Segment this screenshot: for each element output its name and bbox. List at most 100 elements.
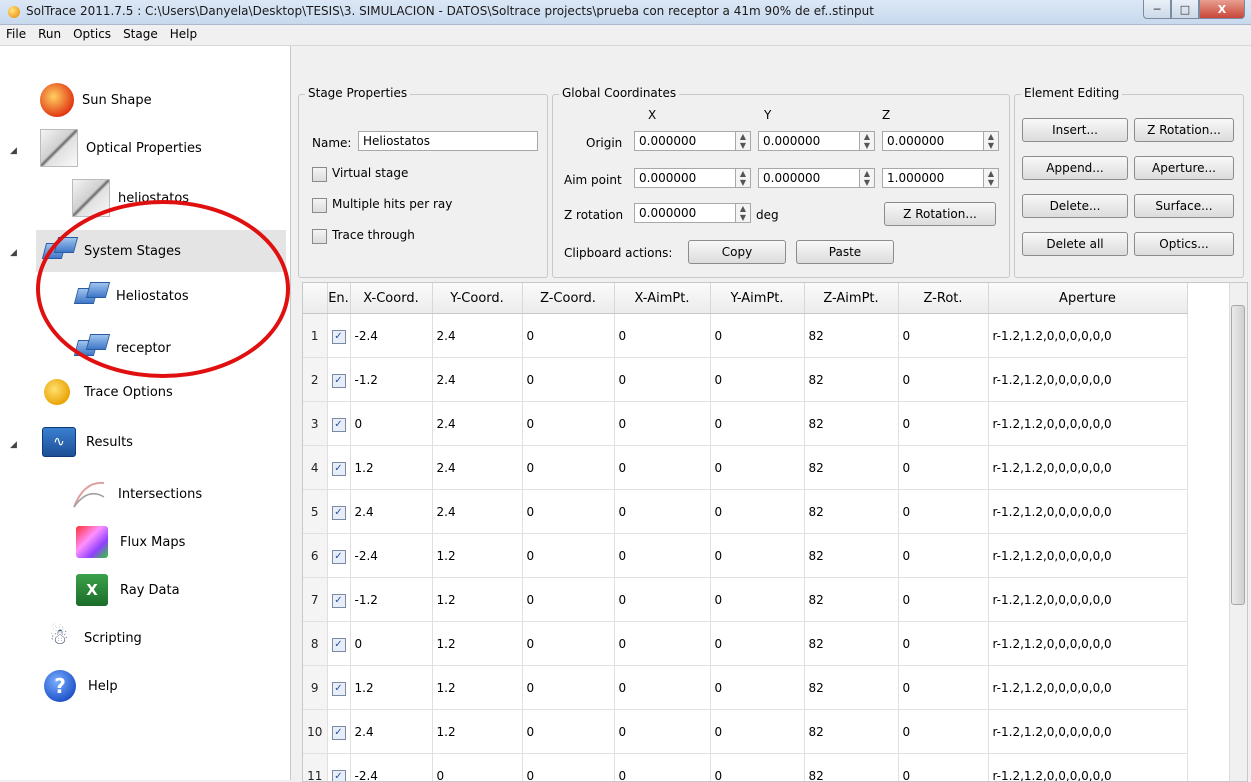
- cell-x[interactable]: -1.2: [350, 358, 432, 402]
- cell-z[interactable]: 0: [522, 754, 614, 782]
- cell-ap[interactable]: r-1.2,1.2,0,0,0,0,0,0: [988, 534, 1187, 578]
- origin-x-spinner[interactable]: ▲▼: [735, 131, 751, 151]
- enabled-checkbox[interactable]: ✓: [332, 726, 346, 740]
- column-header[interactable]: Aperture: [988, 283, 1187, 314]
- cell-zr[interactable]: 0: [898, 534, 988, 578]
- cell-ap[interactable]: r-1.2,1.2,0,0,0,0,0,0: [988, 402, 1187, 446]
- cell-y[interactable]: 2.4: [432, 358, 522, 402]
- cell-ya[interactable]: 0: [710, 314, 804, 358]
- cell-x[interactable]: 2.4: [350, 490, 432, 534]
- cell-ya[interactable]: 0: [710, 666, 804, 710]
- cell-zr[interactable]: 0: [898, 314, 988, 358]
- cell-za[interactable]: 82: [804, 666, 898, 710]
- cell-ap[interactable]: r-1.2,1.2,0,0,0,0,0,0: [988, 446, 1187, 490]
- stage-name-input[interactable]: [358, 131, 538, 151]
- column-header[interactable]: Z-AimPt.: [804, 283, 898, 314]
- enabled-checkbox[interactable]: ✓: [332, 682, 346, 696]
- aim-x-input[interactable]: [634, 168, 736, 188]
- cell-zr[interactable]: 0: [898, 622, 988, 666]
- cell-z[interactable]: 0: [522, 578, 614, 622]
- menu-stage[interactable]: Stage: [117, 25, 164, 45]
- vertical-scrollbar[interactable]: [1229, 283, 1247, 781]
- menu-file[interactable]: File: [0, 25, 32, 45]
- aim-y-spinner[interactable]: ▲▼: [859, 168, 875, 188]
- column-header[interactable]: Y-Coord.: [432, 283, 522, 314]
- cell-zr[interactable]: 0: [898, 490, 988, 534]
- cell-enabled[interactable]: ✓: [327, 446, 350, 490]
- cell-y[interactable]: 1.2: [432, 578, 522, 622]
- enabled-checkbox[interactable]: ✓: [332, 770, 346, 782]
- cell-ap[interactable]: r-1.2,1.2,0,0,0,0,0,0: [988, 490, 1187, 534]
- append-button[interactable]: Append...: [1022, 156, 1128, 180]
- cell-zr[interactable]: 0: [898, 754, 988, 782]
- cell-ap[interactable]: r-1.2,1.2,0,0,0,0,0,0: [988, 666, 1187, 710]
- cell-za[interactable]: 82: [804, 534, 898, 578]
- cell-xa[interactable]: 0: [614, 666, 710, 710]
- enabled-checkbox[interactable]: ✓: [332, 418, 346, 432]
- column-header[interactable]: En.: [327, 283, 350, 314]
- enabled-checkbox[interactable]: ✓: [332, 374, 346, 388]
- surface-button[interactable]: Surface...: [1134, 194, 1234, 218]
- cell-ap[interactable]: r-1.2,1.2,0,0,0,0,0,0: [988, 358, 1187, 402]
- cell-enabled[interactable]: ✓: [327, 578, 350, 622]
- tree-item-results[interactable]: ∿ Results: [42, 424, 133, 460]
- menu-optics[interactable]: Optics: [67, 25, 117, 45]
- tree-item-ray-data[interactable]: X Ray Data: [76, 572, 180, 608]
- cell-x[interactable]: 1.2: [350, 666, 432, 710]
- cell-z[interactable]: 0: [522, 710, 614, 754]
- cell-xa[interactable]: 0: [614, 314, 710, 358]
- cell-xa[interactable]: 0: [614, 402, 710, 446]
- cell-enabled[interactable]: ✓: [327, 710, 350, 754]
- enabled-checkbox[interactable]: ✓: [332, 594, 346, 608]
- cell-ya[interactable]: 0: [710, 710, 804, 754]
- table-row[interactable]: 1✓-2.42.4000820r-1.2,1.2,0,0,0,0,0,0: [303, 314, 1187, 358]
- cell-ap[interactable]: r-1.2,1.2,0,0,0,0,0,0: [988, 754, 1187, 782]
- aperture-button[interactable]: Aperture...: [1134, 156, 1234, 180]
- enabled-checkbox[interactable]: ✓: [332, 330, 346, 344]
- cell-ap[interactable]: r-1.2,1.2,0,0,0,0,0,0: [988, 622, 1187, 666]
- column-header[interactable]: Z-Rot.: [898, 283, 988, 314]
- z-rotation-spinner[interactable]: ▲▼: [735, 203, 751, 223]
- tree-item-flux-maps[interactable]: Flux Maps: [76, 524, 185, 560]
- table-row[interactable]: 11✓-2.40000820r-1.2,1.2,0,0,0,0,0,0: [303, 754, 1187, 782]
- minimize-button[interactable]: ─: [1143, 0, 1171, 19]
- origin-y-input[interactable]: [758, 131, 860, 151]
- maximize-button[interactable]: □: [1171, 0, 1199, 19]
- cell-z[interactable]: 0: [522, 666, 614, 710]
- cell-z[interactable]: 0: [522, 490, 614, 534]
- cell-x[interactable]: -2.4: [350, 314, 432, 358]
- cell-x[interactable]: 2.4: [350, 710, 432, 754]
- expand-arrow-icon[interactable]: ◢: [10, 146, 17, 156]
- cell-ap[interactable]: r-1.2,1.2,0,0,0,0,0,0: [988, 710, 1187, 754]
- column-header[interactable]: Z-Coord.: [522, 283, 614, 314]
- table-row[interactable]: 3✓02.4000820r-1.2,1.2,0,0,0,0,0,0: [303, 402, 1187, 446]
- cell-ya[interactable]: 0: [710, 622, 804, 666]
- cell-enabled[interactable]: ✓: [327, 534, 350, 578]
- scrollbar-thumb[interactable]: [1231, 305, 1245, 605]
- trace-through-checkbox[interactable]: [312, 229, 327, 244]
- cell-za[interactable]: 82: [804, 622, 898, 666]
- cell-enabled[interactable]: ✓: [327, 622, 350, 666]
- table-row[interactable]: 2✓-1.22.4000820r-1.2,1.2,0,0,0,0,0,0: [303, 358, 1187, 402]
- tree-item-stage-receptor[interactable]: receptor: [72, 330, 171, 366]
- cell-zr[interactable]: 0: [898, 710, 988, 754]
- cell-xa[interactable]: 0: [614, 622, 710, 666]
- cell-x[interactable]: 0: [350, 622, 432, 666]
- tree-item-help[interactable]: ? Help: [44, 668, 118, 704]
- cell-x[interactable]: -2.4: [350, 754, 432, 782]
- cell-xa[interactable]: 0: [614, 446, 710, 490]
- cell-xa[interactable]: 0: [614, 754, 710, 782]
- aim-z-input[interactable]: [882, 168, 984, 188]
- table-row[interactable]: 8✓01.2000820r-1.2,1.2,0,0,0,0,0,0: [303, 622, 1187, 666]
- cell-y[interactable]: 2.4: [432, 314, 522, 358]
- table-row[interactable]: 10✓2.41.2000820r-1.2,1.2,0,0,0,0,0,0: [303, 710, 1187, 754]
- enabled-checkbox[interactable]: ✓: [332, 506, 346, 520]
- cell-xa[interactable]: 0: [614, 358, 710, 402]
- tree-item-stage-heliostatos[interactable]: Heliostatos: [72, 278, 189, 314]
- cell-z[interactable]: 0: [522, 534, 614, 578]
- cell-y[interactable]: 1.2: [432, 622, 522, 666]
- tree-item-sun-shape[interactable]: Sun Shape: [40, 82, 152, 118]
- enabled-checkbox[interactable]: ✓: [332, 638, 346, 652]
- cell-x[interactable]: -2.4: [350, 534, 432, 578]
- cell-zr[interactable]: 0: [898, 358, 988, 402]
